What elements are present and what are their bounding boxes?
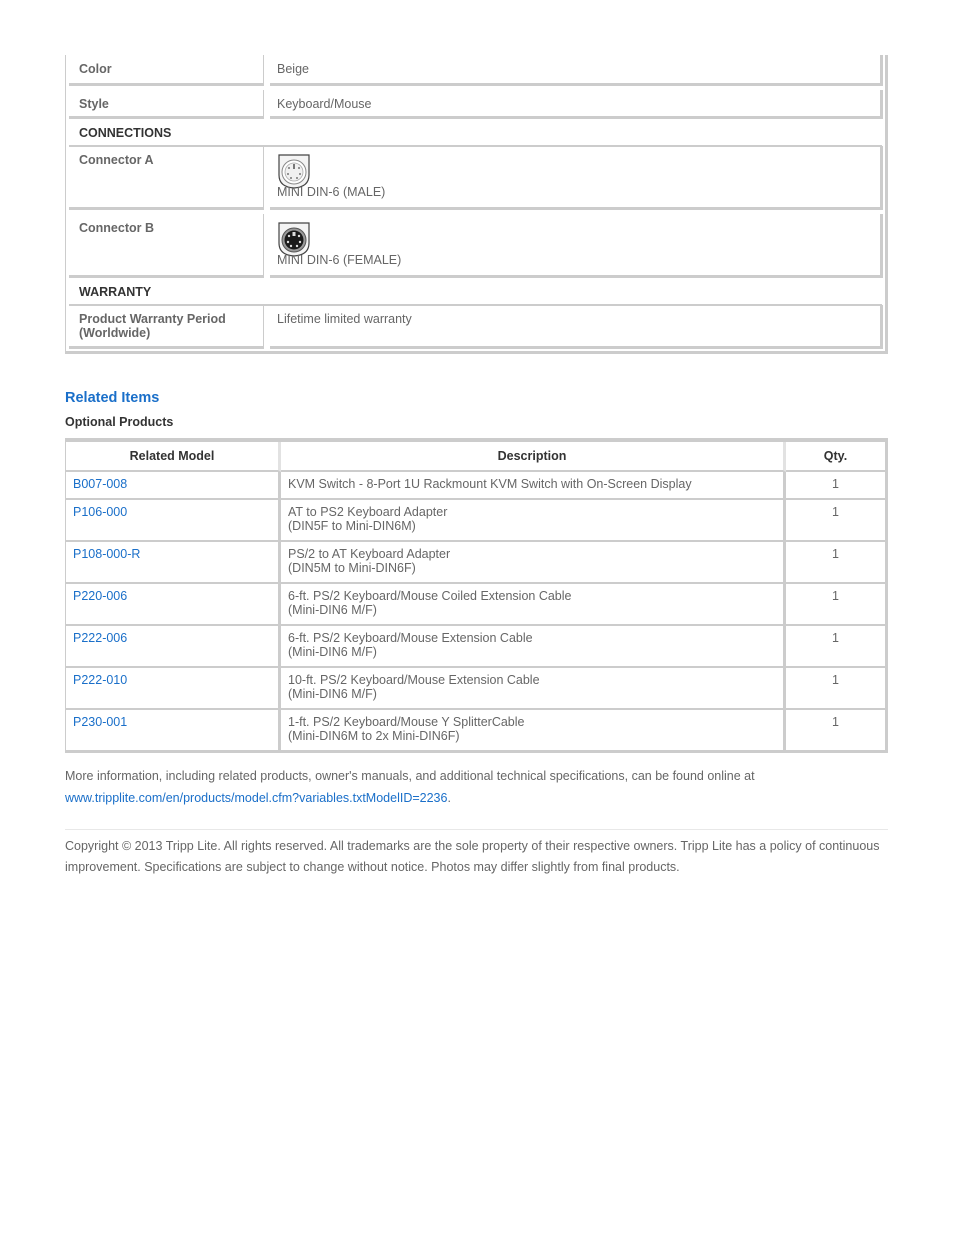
spec-row-connector-b: Connector B MINI DIN-6 (FEMALE) bbox=[69, 214, 883, 278]
description-cell: PS/2 to AT Keyboard Adapter (DIN5M to Min… bbox=[281, 542, 786, 584]
qty-cell: 1 bbox=[786, 472, 885, 500]
table-row: P220-006 6-ft. PS/2 Keyboard/Mouse Coile… bbox=[66, 584, 885, 626]
table-row: P106-000 AT to PS2 Keyboard Adapter (DIN5… bbox=[66, 500, 885, 542]
description-subline: (Mini-DIN6 M/F) bbox=[288, 645, 377, 659]
more-info-paragraph: More information, including related prod… bbox=[65, 765, 888, 809]
spec-row-style: Style Keyboard/Mouse bbox=[69, 90, 883, 119]
link-suffix: . bbox=[447, 791, 451, 805]
column-header-model: Related Model bbox=[66, 442, 281, 472]
description-subline: (Mini-DIN6 M/F) bbox=[288, 603, 377, 617]
spec-label: Connector B bbox=[69, 214, 264, 278]
spec-value: MINI DIN-6 (FEMALE) bbox=[270, 214, 883, 278]
spec-row-warranty-period: Product Warranty Period (Worldwide) Life… bbox=[69, 305, 883, 349]
description-line: KVM Switch - 8-Port 1U Rackmount KVM Swi… bbox=[288, 477, 692, 491]
qty-cell: 1 bbox=[786, 542, 885, 584]
spec-label: Color bbox=[69, 55, 264, 86]
description-line: 1-ft. PS/2 Keyboard/Mouse Y SplitterCabl… bbox=[288, 715, 525, 729]
copyright-text: Copyright © 2013 Tripp Lite. All rights … bbox=[65, 839, 880, 874]
description-cell: 6-ft. PS/2 Keyboard/Mouse Coiled Extensi… bbox=[281, 584, 786, 626]
table-row: B007-008 KVM Switch - 8-Port 1U Rackmoun… bbox=[66, 472, 885, 500]
description-subline: (Mini-DIN6 M/F) bbox=[288, 687, 377, 701]
product-page-link[interactable]: www.tripplite.com/en/products/model.cfm?… bbox=[65, 791, 447, 805]
table-row: P222-010 10-ft. PS/2 Keyboard/Mouse Exte… bbox=[66, 668, 885, 710]
mini-din-6-male-icon bbox=[278, 154, 310, 189]
description-line: 6-ft. PS/2 Keyboard/Mouse Coiled Extensi… bbox=[288, 589, 572, 603]
spec-value: MINI DIN-6 (MALE) bbox=[270, 146, 883, 210]
model-link[interactable]: P220-006 bbox=[73, 589, 127, 603]
description-cell: KVM Switch - 8-Port 1U Rackmount KVM Swi… bbox=[281, 472, 786, 500]
description-line: PS/2 to AT Keyboard Adapter bbox=[288, 547, 451, 561]
related-products-table: Related Model Description Qty. B007-008 … bbox=[65, 438, 888, 753]
qty-cell: 1 bbox=[832, 715, 839, 729]
model-link[interactable]: P222-010 bbox=[73, 673, 127, 687]
footer-divider bbox=[65, 829, 888, 830]
qty-cell: 1 bbox=[786, 500, 885, 542]
description-subline: (DIN5F to Mini-DIN6M) bbox=[288, 519, 416, 533]
description-cell: 10-ft. PS/2 Keyboard/Mouse Extension Cab… bbox=[281, 668, 786, 710]
qty-cell: 1 bbox=[786, 668, 885, 710]
table-row: P230-001 1-ft. PS/2 Keyboard/Mouse Y Spl… bbox=[66, 710, 885, 750]
related-items-heading: Related Items bbox=[65, 390, 160, 406]
spec-label: Product Warranty Period (Worldwide) bbox=[69, 305, 264, 349]
description-subline: (Mini-DIN6M to 2x Mini-DIN6F) bbox=[288, 729, 460, 743]
spec-label: Connector A bbox=[69, 146, 264, 210]
model-link[interactable]: P106-000 bbox=[73, 505, 127, 519]
spec-label: Style bbox=[69, 90, 264, 119]
spec-value: Keyboard/Mouse bbox=[270, 90, 883, 119]
specifications-table: Color Beige Style Keyboard/Mouse CONNECT… bbox=[65, 55, 888, 354]
connector-a-text: MINI DIN-6 (MALE) bbox=[277, 185, 386, 199]
model-link[interactable]: B007-008 bbox=[73, 477, 127, 491]
table-header-row: Related Model Description Qty. bbox=[66, 442, 885, 472]
column-header-qty: Qty. bbox=[786, 442, 885, 472]
spec-row-color: Color Beige bbox=[69, 55, 883, 86]
description-line: 6-ft. PS/2 Keyboard/Mouse Extension Cabl… bbox=[288, 631, 533, 645]
spec-value: Beige bbox=[270, 55, 883, 86]
column-header-description: Description bbox=[281, 442, 786, 472]
model-link[interactable]: P222-006 bbox=[73, 631, 127, 645]
description-cell: 1-ft. PS/2 Keyboard/Mouse Y SplitterCabl… bbox=[281, 710, 786, 750]
description-cell: AT to PS2 Keyboard Adapter (DIN5F to Mini… bbox=[281, 500, 786, 542]
spec-value: Lifetime limited warranty bbox=[270, 305, 883, 349]
spec-row-connector-a: Connector A MINI DIN-6 (MALE) bbox=[69, 146, 883, 210]
table-row: P108-000-R PS/2 to AT Keyboard Adapter (D… bbox=[66, 542, 885, 584]
table-row: P222-006 6-ft. PS/2 Keyboard/Mouse Exten… bbox=[66, 626, 885, 668]
description-line: 10-ft. PS/2 Keyboard/Mouse Extension Cab… bbox=[288, 673, 540, 687]
description-line: AT to PS2 Keyboard Adapter bbox=[288, 505, 448, 519]
section-heading-warranty: WARRANTY bbox=[69, 278, 882, 306]
section-heading-connections: CONNECTIONS bbox=[69, 119, 882, 147]
mini-din-6-female-icon bbox=[278, 222, 310, 257]
description-subline: (DIN5M to Mini-DIN6F) bbox=[288, 561, 416, 575]
optional-products-heading: Optional Products bbox=[65, 415, 174, 429]
model-link[interactable]: P230-001 bbox=[73, 715, 127, 729]
more-info-text: More information, including related prod… bbox=[65, 769, 755, 783]
qty-cell: 1 bbox=[786, 626, 885, 668]
model-link[interactable]: P108-000-R bbox=[73, 547, 140, 561]
description-cell: 6-ft. PS/2 Keyboard/Mouse Extension Cabl… bbox=[281, 626, 786, 668]
connector-b-text: MINI DIN-6 (FEMALE) bbox=[277, 253, 402, 267]
qty-cell: 1 bbox=[786, 584, 885, 626]
